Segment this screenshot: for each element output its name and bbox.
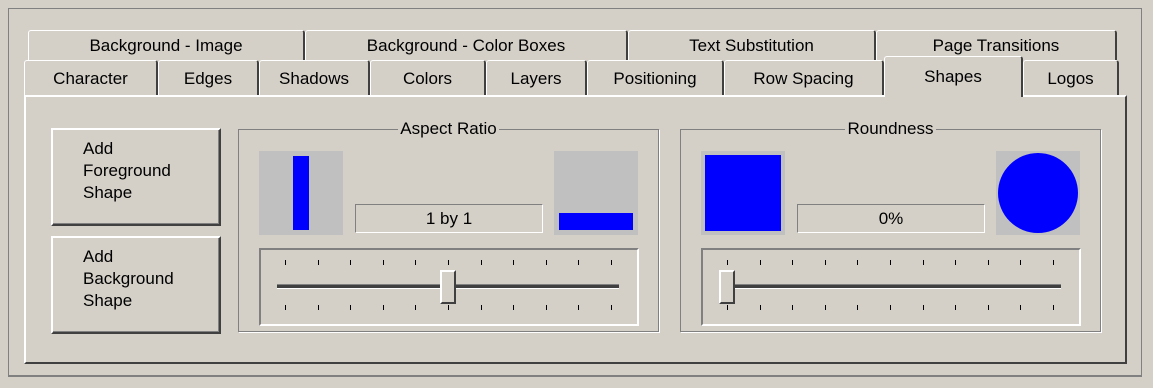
aspect-ratio-slider-thumb[interactable] [440,270,456,304]
roundness-title: Roundness [845,119,936,138]
slider-tick [792,260,793,265]
tab-positioning[interactable]: Positioning [587,60,724,96]
tab-colors[interactable]: Colors [370,60,486,96]
slider-tick [792,305,793,310]
slider-tick [350,305,351,310]
slider-tick [481,260,482,265]
slider-tick [546,305,547,310]
slider-tick [611,305,612,310]
tab-background-image[interactable]: Background - Image [28,30,305,61]
aspect-ratio-title: Aspect Ratio [398,119,499,138]
slider-tick [988,260,989,265]
tab-text-substitution[interactable]: Text Substitution [628,30,876,61]
slider-tick [923,305,924,310]
slider-tick [1053,305,1054,310]
slider-tick [1053,260,1054,265]
slider-tick [448,260,449,265]
aspect-ratio-group: Aspect Ratio 1 by 1 [238,119,659,332]
slider-tick [825,305,826,310]
roundness-slider-track [719,284,1061,289]
slider-tick [513,305,514,310]
aspect-ratio-slider[interactable] [259,248,639,326]
tab-layers[interactable]: Layers [486,60,587,96]
add-foreground-shape-button[interactable]: Add Foreground Shape [51,128,221,226]
slider-tick [285,260,286,265]
square-shape-preview [701,151,785,235]
slider-tick [890,260,891,265]
roundness-value: 0% [797,204,985,233]
slider-tick [318,260,319,265]
slider-tick [857,305,858,310]
tab-row-spacing[interactable]: Row Spacing [724,60,884,96]
slider-tick [415,260,416,265]
slider-tick [350,260,351,265]
slider-tick [578,305,579,310]
tab-character[interactable]: Character [24,60,158,96]
slider-tick [727,260,728,265]
circle-shape-preview [996,151,1080,235]
slider-tick [611,260,612,265]
slider-tick [1020,260,1021,265]
roundness-slider[interactable] [701,248,1081,326]
slider-tick [760,260,761,265]
circle-shape [998,153,1078,233]
wide-rectangle-shape [559,213,633,230]
slider-tick [383,305,384,310]
tab-shapes[interactable]: Shapes [884,56,1023,97]
slider-tick [923,260,924,265]
wide-shape-preview [554,151,638,235]
slider-tick [1020,305,1021,310]
slider-tick [513,260,514,265]
aspect-ratio-value: 1 by 1 [355,204,543,233]
slider-tick [578,260,579,265]
window-frame-bottom [8,376,1142,380]
slider-tick [285,305,286,310]
tab-background-color-boxes[interactable]: Background - Color Boxes [305,30,628,61]
slider-tick [727,305,728,310]
square-shape [705,155,781,231]
tab-shadows[interactable]: Shadows [259,60,370,96]
tab-logos[interactable]: Logos [1023,60,1119,96]
slider-tick [546,260,547,265]
roundness-group: Roundness 0% [680,119,1101,332]
add-background-shape-button[interactable]: Add Background Shape [51,236,221,334]
tall-shape-preview [259,151,343,235]
slider-tick [955,260,956,265]
slider-tick [318,305,319,310]
slider-tick [890,305,891,310]
slider-tick [825,260,826,265]
slider-tick [448,305,449,310]
slider-tick [988,305,989,310]
slider-tick [760,305,761,310]
slider-tick [383,260,384,265]
roundness-slider-thumb[interactable] [719,270,735,304]
slider-tick [955,305,956,310]
tab-edges[interactable]: Edges [158,60,259,96]
slider-tick [857,260,858,265]
slider-tick [481,305,482,310]
tall-rectangle-shape [293,156,309,230]
slider-tick [415,305,416,310]
shapes-panel: Add Foreground Shape Add Background Shap… [24,95,1127,364]
